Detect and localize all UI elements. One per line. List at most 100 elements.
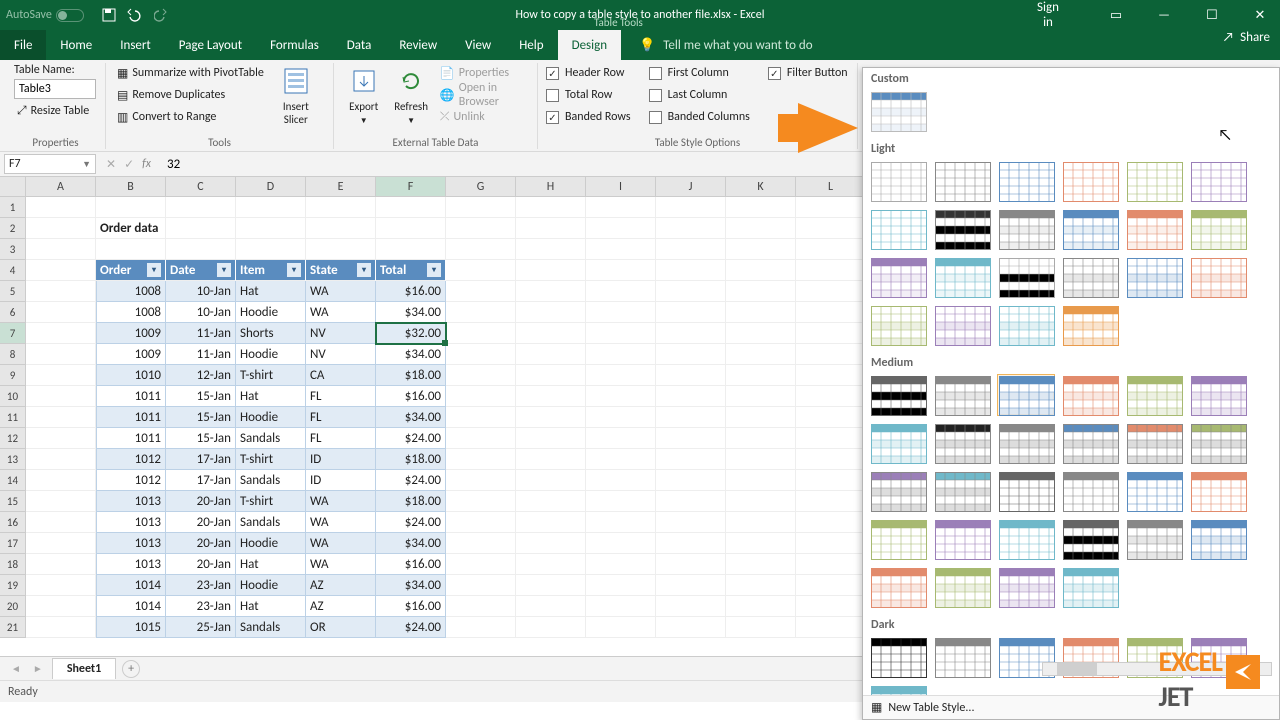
tell-me-search[interactable]: 💡 Tell me what you want to do bbox=[639, 30, 813, 60]
row-header[interactable]: 16 bbox=[0, 512, 26, 533]
cell[interactable] bbox=[796, 260, 866, 281]
cell[interactable] bbox=[656, 365, 726, 386]
cell[interactable]: WA bbox=[306, 512, 376, 533]
cell[interactable] bbox=[586, 449, 656, 470]
cell[interactable] bbox=[656, 533, 726, 554]
table-style-swatch[interactable] bbox=[869, 566, 927, 608]
column-header[interactable]: J bbox=[656, 177, 726, 196]
table-style-swatch[interactable] bbox=[997, 422, 1055, 464]
cell[interactable]: $24.00 bbox=[376, 470, 446, 491]
cell[interactable]: State▾ bbox=[306, 260, 376, 281]
cell[interactable]: $16.00 bbox=[376, 281, 446, 302]
cell[interactable] bbox=[516, 449, 586, 470]
table-style-swatch[interactable] bbox=[1061, 566, 1119, 608]
cell[interactable] bbox=[796, 197, 866, 218]
cell[interactable] bbox=[586, 365, 656, 386]
cell[interactable]: $34.00 bbox=[376, 344, 446, 365]
cell[interactable] bbox=[726, 323, 796, 344]
cell[interactable] bbox=[796, 407, 866, 428]
cell[interactable] bbox=[26, 344, 96, 365]
tab-review[interactable]: Review bbox=[385, 30, 451, 60]
sheet-tab[interactable]: Sheet1 bbox=[52, 658, 116, 679]
cell[interactable]: 20-Jan bbox=[166, 533, 236, 554]
cell[interactable] bbox=[446, 575, 516, 596]
cell[interactable]: 1008 bbox=[96, 281, 166, 302]
total-row-check[interactable]: Total Row bbox=[546, 85, 631, 105]
refresh-button[interactable]: Refresh▼ bbox=[389, 63, 432, 126]
cell[interactable] bbox=[726, 449, 796, 470]
cell[interactable] bbox=[516, 239, 586, 260]
cell[interactable] bbox=[516, 533, 586, 554]
tab-view[interactable]: View bbox=[451, 30, 505, 60]
cell[interactable]: 1011 bbox=[96, 386, 166, 407]
ribbon-display-icon[interactable]: ▭ bbox=[1102, 8, 1130, 23]
table-style-swatch[interactable] bbox=[933, 256, 991, 298]
table-style-swatch[interactable] bbox=[1061, 256, 1119, 298]
cell[interactable] bbox=[796, 491, 866, 512]
cell[interactable] bbox=[726, 386, 796, 407]
cell[interactable] bbox=[516, 323, 586, 344]
column-header[interactable]: K bbox=[726, 177, 796, 196]
table-style-swatch[interactable] bbox=[997, 304, 1055, 346]
cell[interactable]: Hat bbox=[236, 554, 306, 575]
cell[interactable]: AZ bbox=[306, 575, 376, 596]
cell[interactable]: WA bbox=[306, 302, 376, 323]
tab-help[interactable]: Help bbox=[505, 30, 557, 60]
cell[interactable] bbox=[166, 218, 236, 239]
cell[interactable]: Date▾ bbox=[166, 260, 236, 281]
cell[interactable] bbox=[656, 491, 726, 512]
cell[interactable] bbox=[656, 323, 726, 344]
cell[interactable] bbox=[726, 302, 796, 323]
cell[interactable] bbox=[446, 512, 516, 533]
cell[interactable] bbox=[586, 470, 656, 491]
cell[interactable]: Hoodie bbox=[236, 533, 306, 554]
cell[interactable] bbox=[586, 428, 656, 449]
sign-in-link[interactable]: Sign in bbox=[1034, 0, 1062, 30]
column-header[interactable]: L bbox=[796, 177, 866, 196]
table-style-swatch[interactable] bbox=[933, 636, 991, 678]
cell[interactable] bbox=[586, 596, 656, 617]
cell[interactable]: T-shirt bbox=[236, 491, 306, 512]
table-style-swatch[interactable] bbox=[1061, 208, 1119, 250]
filter-dropdown-icon[interactable]: ▾ bbox=[287, 263, 301, 277]
cell[interactable] bbox=[446, 386, 516, 407]
cell[interactable] bbox=[796, 449, 866, 470]
cell[interactable] bbox=[376, 218, 446, 239]
cell[interactable]: Total▾ bbox=[376, 260, 446, 281]
tab-design[interactable]: Design bbox=[558, 30, 621, 60]
cell[interactable] bbox=[586, 575, 656, 596]
cell[interactable] bbox=[656, 407, 726, 428]
column-header[interactable]: I bbox=[586, 177, 656, 196]
row-header[interactable]: 15 bbox=[0, 491, 26, 512]
cell[interactable]: Shorts bbox=[236, 323, 306, 344]
cell[interactable]: 15-Jan bbox=[166, 386, 236, 407]
table-style-swatch[interactable] bbox=[869, 518, 927, 560]
cell[interactable] bbox=[26, 260, 96, 281]
table-style-swatch[interactable] bbox=[869, 422, 927, 464]
close-icon[interactable]: ✕ bbox=[1246, 8, 1274, 23]
cell[interactable]: $18.00 bbox=[376, 491, 446, 512]
cell[interactable]: 1013 bbox=[96, 533, 166, 554]
table-style-swatch[interactable] bbox=[933, 304, 991, 346]
cell[interactable] bbox=[586, 386, 656, 407]
cell[interactable]: $16.00 bbox=[376, 554, 446, 575]
table-style-swatch[interactable] bbox=[1189, 470, 1247, 512]
cell[interactable]: WA bbox=[306, 281, 376, 302]
cell[interactable] bbox=[656, 302, 726, 323]
table-style-swatch[interactable] bbox=[933, 208, 991, 250]
add-sheet-button[interactable]: + bbox=[122, 660, 140, 678]
tab-file[interactable]: File bbox=[0, 30, 46, 60]
cell[interactable] bbox=[516, 554, 586, 575]
cell[interactable]: Sandals bbox=[236, 470, 306, 491]
cell[interactable] bbox=[796, 365, 866, 386]
cell[interactable]: 1012 bbox=[96, 470, 166, 491]
row-header[interactable]: 14 bbox=[0, 470, 26, 491]
cell[interactable] bbox=[586, 491, 656, 512]
cell[interactable] bbox=[726, 344, 796, 365]
cell[interactable]: 1011 bbox=[96, 407, 166, 428]
table-style-swatch[interactable] bbox=[933, 566, 991, 608]
cell[interactable] bbox=[26, 197, 96, 218]
tab-formulas[interactable]: Formulas bbox=[256, 30, 333, 60]
row-header[interactable]: 1 bbox=[0, 197, 26, 218]
table-style-swatch[interactable] bbox=[997, 208, 1055, 250]
